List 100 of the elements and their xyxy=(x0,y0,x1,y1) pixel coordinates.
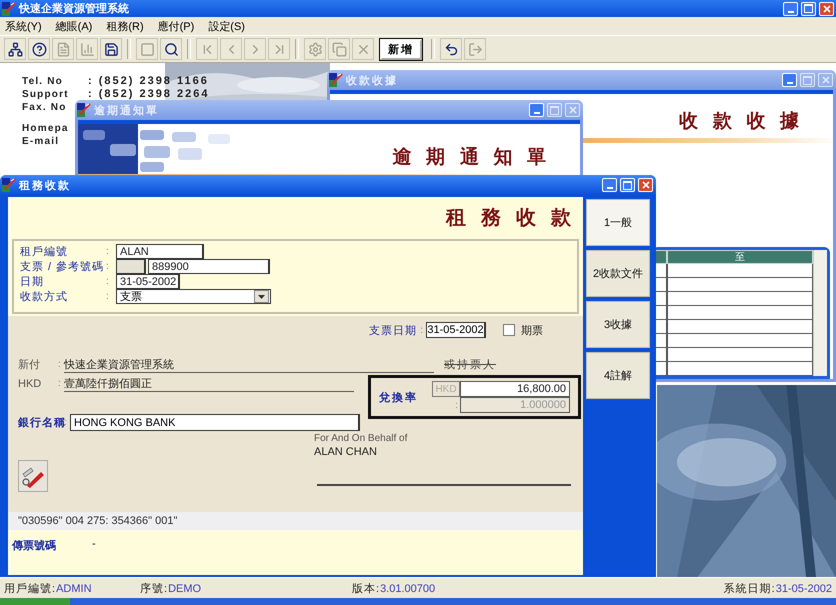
tools-button[interactable] xyxy=(18,460,48,492)
checkbox-label: 期票 xyxy=(521,324,543,338)
window-title: 收款收據 xyxy=(346,74,399,88)
grid-cell[interactable] xyxy=(655,278,667,292)
minimize-button[interactable] xyxy=(783,2,798,16)
menu-item[interactable]: 系統(Y) xyxy=(5,18,42,34)
menu-item[interactable]: 應付(P) xyxy=(158,18,194,34)
field-label: 兌換率 xyxy=(379,390,418,404)
date-field[interactable]: 31-05-2002 xyxy=(116,274,180,289)
app-title: 快速企業資源管理系統 xyxy=(19,2,130,16)
save-icon xyxy=(104,42,118,56)
tab[interactable]: 3收據 xyxy=(586,301,650,348)
status-text: 系統日期:31-05-2002 xyxy=(724,582,832,596)
menu-item[interactable]: 總賬(A) xyxy=(56,18,92,34)
help-icon xyxy=(32,42,46,56)
dropdown[interactable]: 支票 xyxy=(116,289,271,304)
menu-item[interactable]: 租務(R) xyxy=(106,18,144,34)
close-button[interactable] xyxy=(819,2,834,16)
minimize-button[interactable] xyxy=(602,178,617,192)
window-heading: 逾 期 通 知 單 xyxy=(392,145,550,170)
column-header xyxy=(655,250,667,264)
grid-cell[interactable] xyxy=(667,278,813,292)
grid-cell[interactable] xyxy=(667,264,813,278)
grid-cell[interactable] xyxy=(655,334,667,348)
undo-button[interactable] xyxy=(440,38,462,60)
menu-item[interactable]: 設定(S) xyxy=(208,18,245,34)
field-label: 傳票號碼 xyxy=(12,538,56,553)
undo-icon xyxy=(444,42,458,56)
grid-cell[interactable] xyxy=(655,320,667,334)
chart-icon xyxy=(80,42,94,56)
colon: : xyxy=(454,398,459,412)
field-value: - xyxy=(92,538,96,550)
input-field[interactable] xyxy=(116,259,146,274)
grid-cell[interactable] xyxy=(667,306,813,320)
tab[interactable]: 4註解 xyxy=(586,352,650,399)
gear-icon xyxy=(308,42,322,56)
maximize-button[interactable] xyxy=(620,178,635,192)
contact-label: Homepa xyxy=(22,122,69,135)
app-icon xyxy=(329,73,343,87)
minimize-button[interactable] xyxy=(529,103,544,117)
field-label: 租戶編號 xyxy=(20,245,69,259)
colon: : xyxy=(58,378,62,389)
column-header[interactable]: 至 xyxy=(667,250,813,264)
grid-cell[interactable] xyxy=(655,348,667,362)
date-field[interactable]: 31-05-2002 xyxy=(426,322,486,338)
tab[interactable]: 1一般 xyxy=(586,199,650,246)
add-button[interactable]: 新增 xyxy=(380,38,422,60)
tab[interactable]: 2收款文件 xyxy=(586,250,650,297)
grid-cell[interactable] xyxy=(667,292,813,306)
window-heading: 租 務 收 款 xyxy=(446,204,575,230)
grid-cell[interactable] xyxy=(655,292,667,306)
square-icon xyxy=(140,42,154,56)
app-icon xyxy=(77,103,91,117)
field-label: 支票日期 xyxy=(369,324,418,338)
search-button[interactable] xyxy=(160,38,182,60)
status-text: 用戶編號:ADMIN xyxy=(4,582,93,596)
close-button[interactable] xyxy=(638,178,653,192)
contact-label: Support xyxy=(22,88,69,101)
input-field[interactable]: ALAN xyxy=(116,244,204,259)
field-label: 新付 xyxy=(18,358,41,372)
contact-label: Fax. No xyxy=(22,101,67,114)
colon: : xyxy=(106,291,110,302)
close-icon xyxy=(822,4,830,12)
field-label: 支票 / 參考號碼 xyxy=(20,260,106,274)
bearer-text: 或持票人 xyxy=(444,358,496,372)
network-icon xyxy=(8,42,22,56)
input-field[interactable]: 889900 xyxy=(148,259,270,274)
scrollbar[interactable] xyxy=(813,250,827,376)
close-icon xyxy=(642,181,650,189)
grid-cell[interactable] xyxy=(667,320,813,334)
checkbox[interactable] xyxy=(503,324,515,336)
field-label: 日期 xyxy=(20,275,45,289)
currency-label: HKD xyxy=(432,381,460,397)
close-icon xyxy=(568,106,576,114)
colon: : xyxy=(106,276,110,287)
grid-cell[interactable] xyxy=(655,264,667,278)
app-icon xyxy=(2,2,16,16)
input-field[interactable]: HONG KONG BANK xyxy=(70,414,360,431)
signer-name: ALAN CHAN xyxy=(314,446,378,458)
grid-cell[interactable] xyxy=(667,334,813,348)
network-button[interactable] xyxy=(4,38,26,60)
grid-cell[interactable] xyxy=(655,306,667,320)
document-icon xyxy=(56,42,70,56)
contact-label: Tel. No xyxy=(22,75,63,88)
grid-cell[interactable] xyxy=(655,362,667,376)
help-button[interactable] xyxy=(28,38,50,60)
field-label: HKD xyxy=(18,378,42,390)
grid-cell[interactable] xyxy=(667,362,813,376)
colon: : xyxy=(58,359,62,370)
window-heading: 收 款 收 據 xyxy=(679,109,803,134)
colon: : xyxy=(106,261,110,272)
grid-cell[interactable] xyxy=(667,348,813,362)
amount-field[interactable]: 16,800.00 xyxy=(460,381,570,397)
search-icon xyxy=(164,42,178,56)
save-button[interactable] xyxy=(100,38,122,60)
window-title: 逾期通知單 xyxy=(94,104,160,118)
minimize-button[interactable] xyxy=(782,73,797,87)
contact-label: E-mail xyxy=(22,135,60,148)
restore-button[interactable] xyxy=(801,2,816,16)
colon: : xyxy=(106,246,110,257)
